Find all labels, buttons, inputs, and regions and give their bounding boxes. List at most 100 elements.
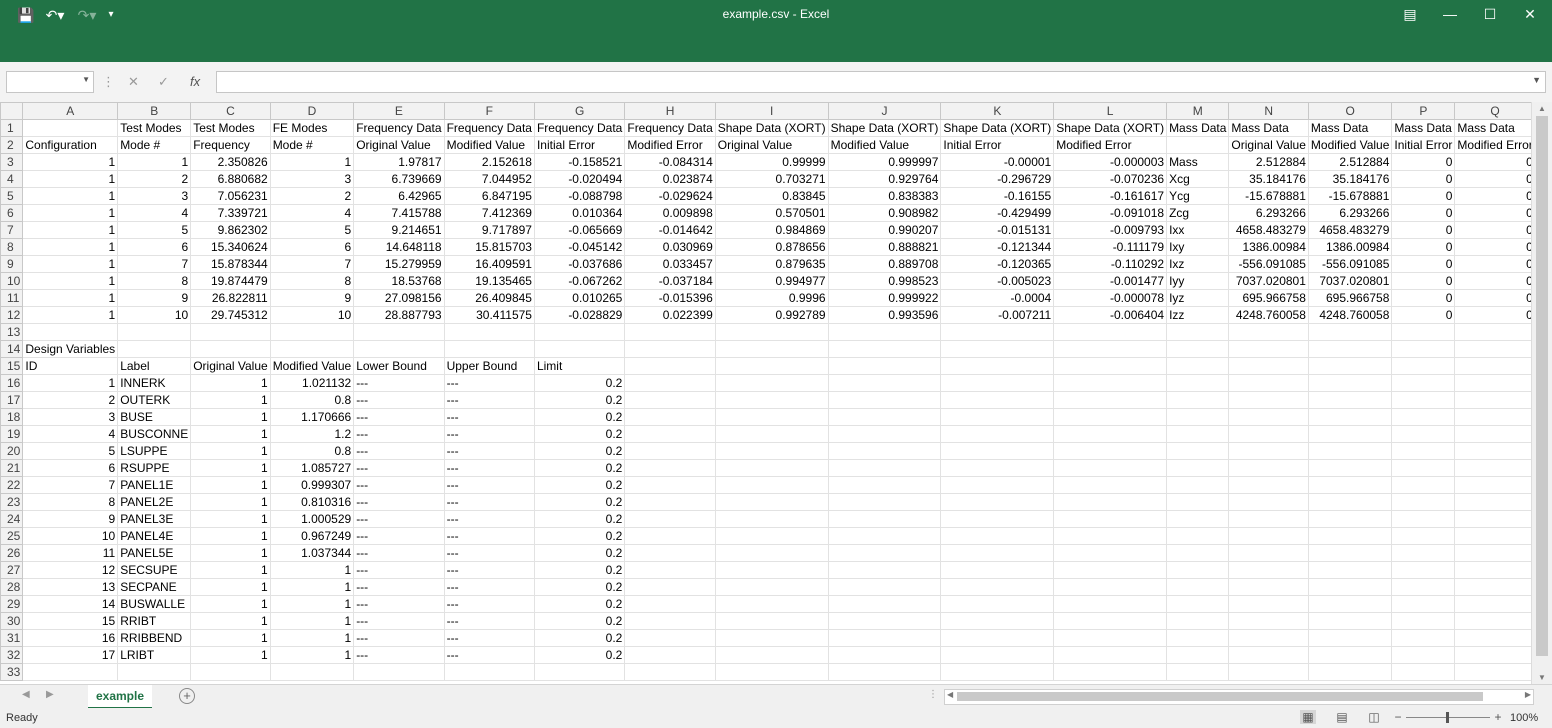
row-header[interactable]: 6 <box>0 204 24 222</box>
cell[interactable]: 4 <box>22 425 119 443</box>
cell[interactable]: 1 <box>190 527 271 545</box>
cell[interactable] <box>624 629 716 647</box>
column-header[interactable]: F <box>443 102 535 120</box>
expand-formula-icon[interactable]: ▼ <box>1532 75 1541 85</box>
cell[interactable]: 1 <box>269 646 355 664</box>
cell[interactable] <box>1454 595 1531 613</box>
cell[interactable] <box>1228 425 1309 443</box>
cell[interactable]: 0 <box>1391 289 1456 307</box>
cell[interactable]: --- <box>353 612 445 630</box>
cell[interactable]: 0 <box>1391 255 1456 273</box>
cell[interactable] <box>1053 595 1168 613</box>
cell[interactable] <box>714 425 829 443</box>
cell[interactable]: --- <box>443 425 535 443</box>
cell[interactable] <box>1454 425 1531 443</box>
cell[interactable] <box>269 340 355 358</box>
cell[interactable]: 35.184176 <box>1307 170 1393 188</box>
cell[interactable]: Modified Error <box>1454 136 1531 154</box>
row-header[interactable]: 8 <box>0 238 24 256</box>
cell[interactable] <box>1053 510 1168 528</box>
cell[interactable] <box>1454 578 1531 596</box>
cell[interactable]: 0.993596 <box>827 306 942 324</box>
cell[interactable]: 4658.483279 <box>1307 221 1393 239</box>
cell[interactable] <box>1454 442 1531 460</box>
cell[interactable] <box>1228 612 1309 630</box>
cell[interactable]: RSUPPE <box>117 459 192 477</box>
cell[interactable] <box>827 646 942 664</box>
column-header[interactable]: J <box>827 102 942 120</box>
next-sheet-icon[interactable]: ▶ <box>46 689 54 700</box>
cell[interactable]: 0 <box>1391 204 1456 222</box>
cell[interactable]: 0 <box>1454 187 1531 205</box>
cell[interactable]: --- <box>443 442 535 460</box>
cell[interactable] <box>269 323 355 341</box>
cell[interactable]: --- <box>353 544 445 562</box>
cell[interactable]: SECSUPE <box>117 561 192 579</box>
row-header[interactable]: 23 <box>0 493 24 511</box>
cell[interactable]: 0.2 <box>533 544 626 562</box>
cell[interactable]: 0.8 <box>269 442 355 460</box>
cell[interactable] <box>1307 527 1393 545</box>
cell[interactable]: Frequency Data <box>533 119 626 137</box>
cell[interactable] <box>714 340 829 358</box>
cell[interactable]: 0 <box>1391 221 1456 239</box>
cell[interactable]: -0.00001 <box>940 153 1055 171</box>
row-header[interactable]: 10 <box>0 272 24 290</box>
cell[interactable]: Frequency Data <box>353 119 445 137</box>
cell[interactable]: --- <box>443 544 535 562</box>
cell[interactable]: 0.2 <box>533 527 626 545</box>
cell[interactable]: -0.065669 <box>533 221 626 239</box>
cell[interactable]: --- <box>353 408 445 426</box>
cell[interactable]: -0.110292 <box>1053 255 1168 273</box>
cell[interactable]: Frequency Data <box>624 119 716 137</box>
cell[interactable] <box>1228 323 1309 341</box>
cell[interactable]: --- <box>443 391 535 409</box>
chevron-down-icon[interactable]: ▼ <box>82 75 90 84</box>
cell[interactable]: 15.279959 <box>353 255 445 273</box>
cell[interactable] <box>714 646 829 664</box>
cell[interactable]: 0.010364 <box>533 204 626 222</box>
cell[interactable]: 7.056231 <box>190 187 271 205</box>
cell[interactable]: 1.97817 <box>353 153 445 171</box>
cell[interactable]: 0.999922 <box>827 289 942 307</box>
cell[interactable] <box>624 425 716 443</box>
cell[interactable]: Original Value <box>714 136 829 154</box>
cell[interactable]: -0.015396 <box>624 289 716 307</box>
cell[interactable] <box>624 561 716 579</box>
cell[interactable]: --- <box>443 646 535 664</box>
cell[interactable] <box>1391 425 1456 443</box>
column-header[interactable]: O <box>1307 102 1393 120</box>
cell[interactable] <box>1307 357 1393 375</box>
cell[interactable]: Lower Bound <box>353 357 445 375</box>
cell[interactable]: -0.121344 <box>940 238 1055 256</box>
cell[interactable] <box>1053 323 1168 341</box>
cell[interactable] <box>1053 391 1168 409</box>
cell[interactable]: Shape Data (XORT) <box>714 119 829 137</box>
cell[interactable]: 19.135465 <box>443 272 535 290</box>
cell[interactable]: 1 <box>190 510 271 528</box>
cell[interactable]: --- <box>443 612 535 630</box>
cell[interactable] <box>1454 663 1531 681</box>
row-header[interactable]: 4 <box>0 170 24 188</box>
cell[interactable]: --- <box>353 510 445 528</box>
cell[interactable]: 2.512884 <box>1307 153 1393 171</box>
cell[interactable]: 1 <box>190 646 271 664</box>
cell[interactable]: Ixz <box>1166 255 1230 273</box>
cell[interactable] <box>22 663 119 681</box>
cell[interactable]: -0.005023 <box>940 272 1055 290</box>
cell[interactable]: RRIBBEND <box>117 629 192 647</box>
cell[interactable] <box>1166 340 1230 358</box>
cell[interactable] <box>1053 340 1168 358</box>
column-header[interactable]: H <box>624 102 716 120</box>
maximize-icon[interactable]: ☐ <box>1470 4 1510 24</box>
cell[interactable] <box>117 323 192 341</box>
cell[interactable]: 7 <box>269 255 355 273</box>
cell[interactable] <box>1454 561 1531 579</box>
cell[interactable] <box>624 510 716 528</box>
cell[interactable]: 30.411575 <box>443 306 535 324</box>
cell[interactable]: 1.037344 <box>269 544 355 562</box>
cell[interactable]: 0.2 <box>533 493 626 511</box>
cell[interactable] <box>1228 561 1309 579</box>
cell[interactable]: 0.2 <box>533 612 626 630</box>
cell[interactable]: 8 <box>117 272 192 290</box>
